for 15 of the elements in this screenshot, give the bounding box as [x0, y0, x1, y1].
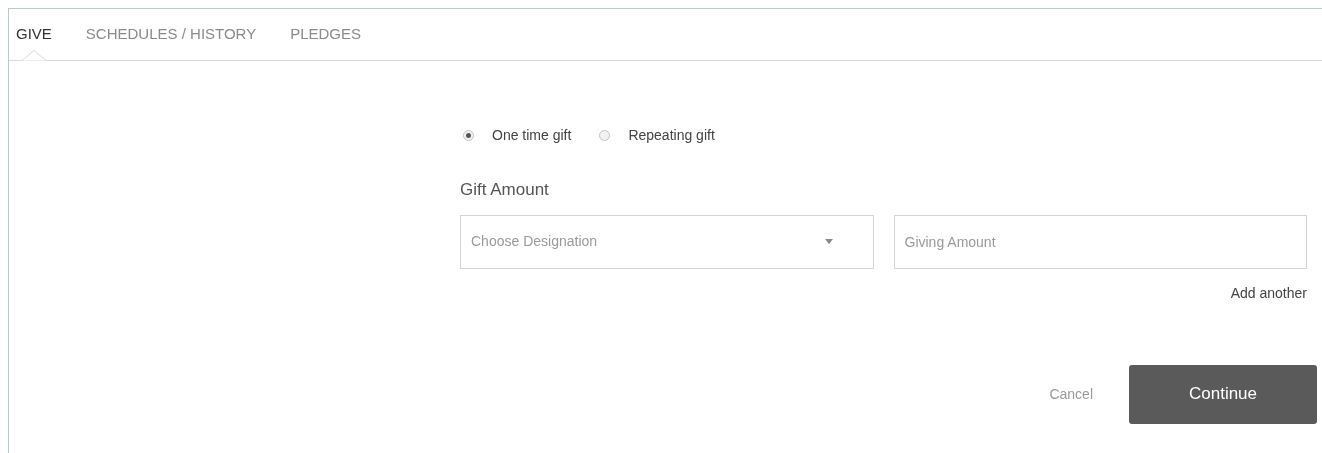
continue-button[interactable]: Continue	[1129, 364, 1317, 424]
radio-button[interactable]	[463, 130, 474, 141]
amount-field[interactable]: Giving Amount	[893, 214, 1307, 269]
tab[interactable]: GIVE	[16, 9, 52, 60]
designation-dropdown[interactable]: Choose Designation	[460, 214, 874, 269]
add-another-link[interactable]: Add another	[1230, 282, 1307, 304]
radio-button[interactable]	[599, 130, 611, 141]
radio-label: Repeating gift	[628, 126, 715, 145]
dropdown-placeholder: Choose Designation	[471, 232, 598, 251]
section-heading: Gift Amount	[460, 179, 549, 201]
cancel-button[interactable]: Cancel	[1049, 383, 1093, 405]
tab[interactable]: SCHEDULES / HISTORY	[85, 9, 257, 60]
radio-label: One time gift	[492, 126, 572, 145]
caret-icon	[824, 239, 833, 244]
tab[interactable]: PLEDGES	[290, 9, 362, 60]
